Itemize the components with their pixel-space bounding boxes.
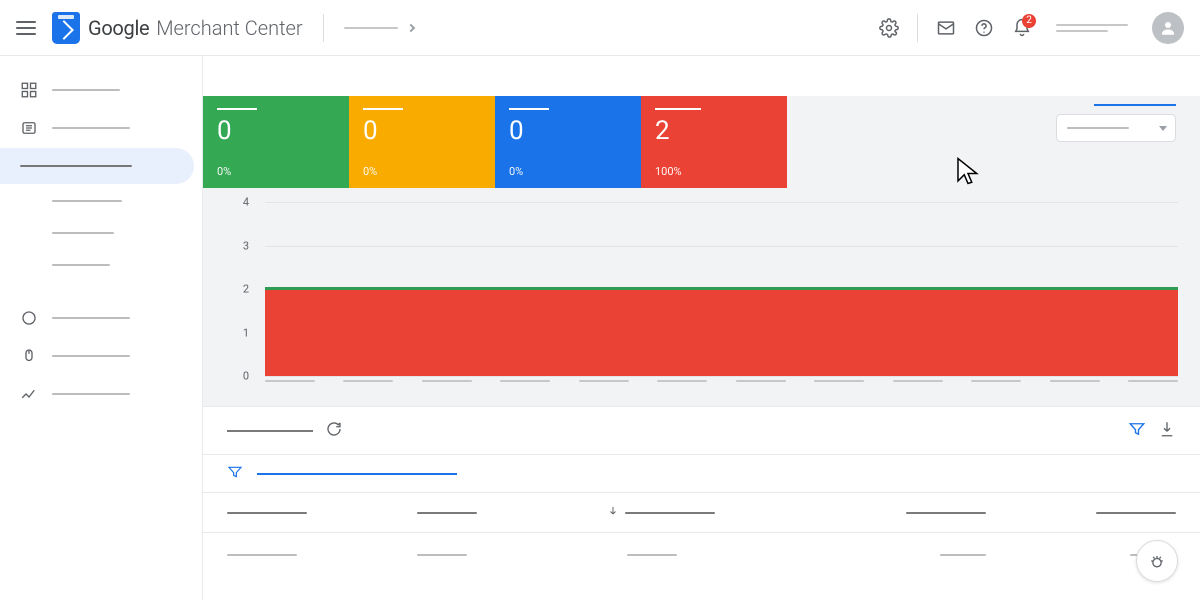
filter-funnel-icon[interactable]	[227, 464, 243, 484]
sidebar-item-label	[52, 200, 122, 202]
issues-column-headers	[203, 492, 1200, 532]
filter-icon[interactable]	[1128, 420, 1146, 442]
list-icon	[20, 119, 38, 137]
header-actions: 2	[879, 12, 1184, 44]
status-card-expiring[interactable]: 0 0%	[495, 96, 641, 188]
main-content: 0 0% 0 0% 0 0% 2 100%	[203, 56, 1200, 600]
account-line-2	[1056, 30, 1108, 32]
logo-badge-icon	[52, 12, 80, 44]
sidebar-subitem-3[interactable]	[0, 250, 194, 280]
dropdown-value	[1067, 127, 1129, 129]
add-filter-link[interactable]	[257, 473, 457, 475]
plot-area	[265, 202, 1178, 376]
card-pct: 0%	[363, 165, 481, 178]
active-filter-row	[203, 454, 1200, 492]
status-card-pending[interactable]: 0 0%	[349, 96, 495, 188]
help-icon[interactable]	[974, 18, 994, 38]
col-trend[interactable]	[986, 512, 1176, 514]
y-tick: 4	[243, 196, 249, 209]
chevron-right-icon	[406, 23, 414, 31]
logo-google: Google	[88, 16, 149, 40]
status-card-active[interactable]: 0 0%	[203, 96, 349, 188]
sidebar-item-overview[interactable]	[0, 72, 194, 108]
sidebar-item-label	[20, 165, 132, 167]
card-value: 0	[363, 116, 481, 146]
account-label[interactable]	[1056, 24, 1128, 32]
settings-icon[interactable]	[879, 18, 899, 38]
card-pct: 0%	[217, 165, 335, 178]
download-icon[interactable]	[1158, 420, 1176, 442]
menu-icon[interactable]	[16, 21, 36, 35]
sidebar-item-label	[52, 89, 120, 91]
summary-panel: 0 0% 0 0% 0 0% 2 100%	[203, 96, 1200, 406]
mail-icon[interactable]	[936, 18, 956, 38]
cell-country	[417, 554, 607, 556]
breadcrumb-item[interactable]	[344, 27, 398, 29]
breadcrumb[interactable]	[344, 25, 414, 31]
card-value: 2	[655, 116, 773, 146]
chevron-down-icon	[1159, 126, 1167, 131]
status-chart: 4 3 2 1 0	[225, 202, 1178, 392]
feedback-fab[interactable]	[1136, 540, 1178, 582]
y-tick: 3	[243, 239, 249, 252]
sidebar-subitem-1[interactable]	[0, 186, 194, 216]
product-logo[interactable]: Google Merchant Center	[52, 12, 303, 44]
chart-area-disapproved	[265, 289, 1178, 376]
circle-outline-icon	[20, 309, 38, 327]
col-affected[interactable]	[607, 505, 797, 521]
col-percentage[interactable]	[796, 512, 986, 514]
status-cards: 0 0% 0 0% 0 0% 2 100%	[203, 96, 1200, 188]
card-value: 0	[509, 116, 627, 146]
x-axis	[265, 380, 1178, 392]
sidebar-item-label	[52, 317, 130, 319]
sidebar-item-products[interactable]	[0, 110, 194, 146]
sidebar-item-marketing[interactable]	[0, 338, 194, 374]
table-row[interactable]	[203, 532, 1200, 576]
col-country[interactable]	[417, 512, 607, 514]
sidebar-item-label	[52, 393, 130, 395]
sort-desc-icon	[607, 505, 619, 521]
dashboard-icon	[20, 81, 38, 99]
notification-badge: 2	[1022, 14, 1036, 28]
sidebar	[0, 56, 203, 600]
y-tick: 2	[243, 283, 249, 296]
card-pct: 0%	[509, 165, 627, 178]
chart-controls	[1056, 104, 1176, 142]
divider	[323, 14, 324, 42]
app-header: Google Merchant Center 2	[0, 0, 1200, 56]
chart-tab-indicator	[1094, 104, 1176, 106]
tab-bar	[203, 56, 1200, 96]
y-tick: 0	[243, 370, 249, 383]
product-title: Google Merchant Center	[88, 16, 303, 40]
issues-toolbar	[203, 406, 1200, 454]
y-axis: 4 3 2 1 0	[225, 202, 255, 376]
avatar[interactable]	[1152, 12, 1184, 44]
chart-line-active	[265, 287, 1178, 290]
refresh-icon[interactable]	[325, 420, 343, 442]
col-issue[interactable]	[227, 512, 417, 514]
sidebar-item-diagnostics[interactable]	[0, 148, 194, 184]
notifications-icon[interactable]: 2	[1012, 18, 1032, 38]
sidebar-item-label	[52, 355, 130, 357]
cell-percentage	[796, 554, 986, 556]
mouse-icon	[20, 347, 38, 365]
status-card-disapproved[interactable]: 2 100%	[641, 96, 787, 188]
card-pct: 100%	[655, 165, 773, 178]
date-range-dropdown[interactable]	[1056, 114, 1176, 142]
sidebar-subitem-2[interactable]	[0, 218, 194, 248]
cell-affected	[607, 554, 797, 556]
sidebar-item-growth[interactable]	[0, 300, 194, 336]
sidebar-item-label	[52, 264, 110, 266]
sidebar-item-label	[52, 232, 114, 234]
issues-title	[227, 430, 313, 432]
trend-icon	[20, 385, 38, 403]
logo-merchant-center: Merchant Center	[151, 16, 302, 40]
sidebar-item-label	[52, 127, 130, 129]
card-value: 0	[217, 116, 335, 146]
y-tick: 1	[243, 326, 249, 339]
cell-issue	[227, 554, 417, 556]
sidebar-item-performance[interactable]	[0, 376, 194, 412]
divider	[917, 14, 918, 42]
account-line-1	[1056, 24, 1128, 26]
